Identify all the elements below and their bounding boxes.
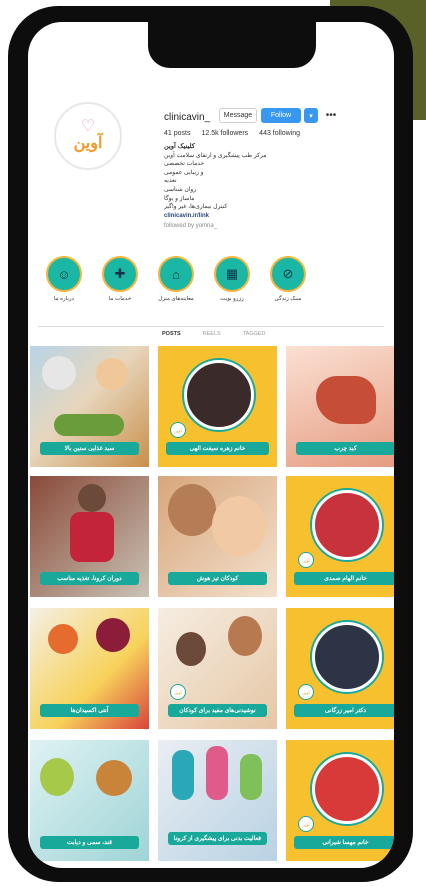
- profile-stats: 41 posts 12.5k followers 443 following: [164, 130, 300, 137]
- person-photo: [42, 356, 76, 390]
- bio-line: کنترل بیماری‌ها، غیر واگیر: [164, 204, 228, 211]
- doctor-portrait: [312, 490, 382, 560]
- fruit-image: [96, 618, 130, 652]
- post-tile[interactable]: آوین خانم مهسا شیرانی: [286, 740, 394, 861]
- highlight-about-us[interactable]: ☺ درباره ما: [42, 256, 86, 302]
- post-tile[interactable]: کبد چرب: [286, 346, 394, 467]
- highlight-lifestyle[interactable]: ⊘ سبک زندگی: [266, 256, 310, 302]
- post-caption: فعالیت بدنی برای پیشگیری از کرونا: [168, 832, 267, 845]
- avin-badge-icon: آوین: [170, 684, 186, 700]
- bio-line: و زیبایی عمومی: [164, 169, 204, 176]
- bio-line: تغذیه: [164, 178, 177, 185]
- person-photo: [168, 484, 216, 536]
- liver-image: [316, 376, 376, 424]
- profile-username: clinicavin_: [164, 112, 211, 123]
- follow-button[interactable]: Follow: [261, 108, 301, 123]
- post-caption: خانم زهره سیفت الهی: [166, 442, 269, 455]
- person-photo: [206, 746, 228, 800]
- highlight-booking[interactable]: ▦ رزرو نوبت: [210, 256, 254, 302]
- person-shirt: [70, 512, 114, 562]
- bio-line: ماساژ و یوگا: [164, 195, 195, 202]
- post-tile[interactable]: قند، سمی و دیابت: [30, 740, 149, 861]
- post-tile[interactable]: فعالیت بدنی برای پیشگیری از کرونا: [158, 740, 277, 861]
- post-caption: خانم مهسا شیرانی: [294, 836, 394, 849]
- person-photo: [172, 750, 194, 800]
- person-photo: [96, 358, 128, 390]
- phone-screen: ♡ آوین clinicavin_ Message Follow ▾ ••• …: [28, 22, 394, 868]
- fruit-image: [48, 624, 78, 654]
- post-tile[interactable]: کودکان تیز هوش: [158, 476, 277, 597]
- bio-line: مرکز طب پیشگیری و ارتقای سلامت آوین: [164, 152, 267, 159]
- doctor-portrait: [184, 360, 254, 430]
- post-tile[interactable]: سبد غذایی سنین بالا: [30, 346, 149, 467]
- post-caption: کبد چرب: [296, 442, 394, 455]
- child-photo: [176, 632, 206, 666]
- highlight-label: رزرو نوبت: [220, 296, 244, 302]
- post-tile[interactable]: آنتی اکسیدان‌ها: [30, 608, 149, 729]
- no-smoking-icon: ⊘: [270, 256, 306, 292]
- heart-icon: ♡: [80, 118, 96, 135]
- people-icon: ☺: [46, 256, 82, 292]
- apple-image: [40, 758, 74, 796]
- followers-count[interactable]: 12.5k followers: [201, 130, 248, 137]
- profile-tabs: POSTS REELS TAGGED: [162, 331, 266, 337]
- home-care-icon: ⌂: [158, 256, 194, 292]
- person-photo: [240, 754, 262, 800]
- post-caption: قند، سمی و دیابت: [40, 836, 139, 849]
- avin-badge-icon: آوین: [298, 816, 314, 832]
- post-caption: دکتر امیر زرگانی: [294, 704, 394, 717]
- post-tile[interactable]: دوران کرونا، تغذیه مناسب: [30, 476, 149, 597]
- tab-posts[interactable]: POSTS: [162, 331, 181, 337]
- message-button[interactable]: Message: [219, 108, 257, 123]
- highlight-label: درباره ما: [54, 296, 74, 302]
- phone-notch: [148, 22, 316, 68]
- calendar-icon: ▦: [214, 256, 250, 292]
- avin-badge-icon: آوین: [298, 684, 314, 700]
- bio-line: خدمات تخصصی: [164, 161, 205, 168]
- bio-line: روان شناسی: [164, 186, 197, 193]
- avin-logo: ♡ آوین: [61, 109, 115, 163]
- avin-badge-icon: آوین: [298, 552, 314, 568]
- post-tile[interactable]: آوین دکتر امیر زرگانی: [286, 608, 394, 729]
- post-caption: سبد غذایی سنین بالا: [40, 442, 139, 455]
- person-photo: [78, 484, 106, 512]
- profile-avatar[interactable]: ♡ آوین: [54, 102, 122, 170]
- highlight-services[interactable]: ✚ خدمات ما: [98, 256, 142, 302]
- highlight-label: سبک زندگی: [274, 296, 302, 302]
- ellipsis-icon: •••: [325, 110, 337, 121]
- post-caption: خانم الهام صمدی: [294, 572, 394, 585]
- highlight-label: معاینه‌های منزل: [158, 296, 194, 302]
- donut-image: [96, 760, 132, 796]
- more-options-button[interactable]: •••: [322, 108, 340, 123]
- suggestions-dropdown-button[interactable]: ▾: [304, 108, 318, 123]
- highlight-home-care[interactable]: ⌂ معاینه‌های منزل: [154, 256, 198, 302]
- tab-divider: [38, 326, 384, 327]
- post-tile[interactable]: آوین نوشیدنی‌های مفید برای کودکان: [158, 608, 277, 729]
- bio-link[interactable]: clinicavin.ir/link: [164, 212, 304, 221]
- bio-name: کلینیک آوین: [164, 143, 195, 150]
- post-caption: نوشیدنی‌های مفید برای کودکان: [168, 704, 267, 717]
- tab-tagged[interactable]: TAGGED: [243, 331, 266, 337]
- doctor-portrait: [312, 754, 382, 824]
- post-caption: کودکان تیز هوش: [168, 572, 267, 585]
- post-tile[interactable]: آوین خانم زهره سیفت الهی: [158, 346, 277, 467]
- highlight-label: خدمات ما: [108, 296, 132, 302]
- post-caption: آنتی اکسیدان‌ها: [40, 704, 139, 717]
- child-photo: [212, 496, 266, 556]
- phone-frame: ♡ آوین clinicavin_ Message Follow ▾ ••• …: [8, 6, 413, 882]
- vegetables-image: [54, 414, 124, 436]
- post-tile[interactable]: آوین خانم الهام صمدی: [286, 476, 394, 597]
- post-caption: دوران کرونا، تغذیه مناسب: [40, 572, 139, 585]
- medical-hand-icon: ✚: [102, 256, 138, 292]
- chevron-down-icon: ▾: [309, 112, 313, 120]
- logo-text: آوین: [73, 135, 103, 152]
- person-photo: [228, 616, 262, 656]
- posts-count: 41 posts: [164, 130, 191, 137]
- followed-by-text[interactable]: followed by yomna_: [164, 222, 304, 231]
- avin-badge-icon: آوین: [170, 422, 186, 438]
- following-count[interactable]: 443 following: [259, 130, 300, 137]
- tab-reels[interactable]: REELS: [203, 331, 221, 337]
- doctor-portrait: [312, 622, 382, 692]
- profile-bio: کلینیک آوین مرکز طب پیشگیری و ارتقای سلا…: [164, 143, 304, 231]
